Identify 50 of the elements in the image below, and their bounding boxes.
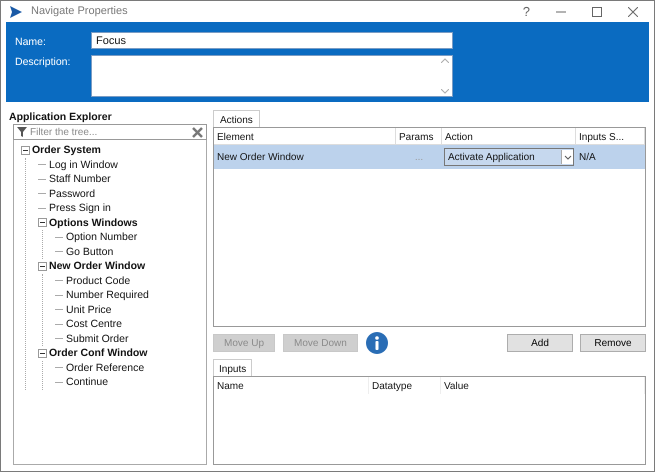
name-label: Name: — [15, 35, 47, 50]
column-header: Name — [214, 377, 369, 394]
description-label: Description: — [15, 54, 72, 70]
column-header: Inputs S... — [576, 128, 645, 144]
column-header: Action — [442, 128, 576, 144]
tree-item[interactable]: Go Button — [66, 246, 114, 257]
tree-item[interactable]: Unit Price — [66, 304, 112, 315]
collapse-icon[interactable] — [38, 348, 47, 358]
collapse-icon[interactable] — [38, 218, 47, 228]
window-title: Navigate Properties — [31, 4, 128, 20]
tree-item[interactable]: Cost Centre — [66, 319, 122, 330]
tree-item[interactable]: Order Reference — [66, 362, 144, 373]
tree-item[interactable]: Staff Number — [49, 174, 111, 184]
column-header: Value — [441, 377, 645, 394]
tree-item[interactable]: Product Code — [66, 276, 130, 286]
add-button[interactable]: Add — [507, 334, 573, 352]
tree-item[interactable]: Submit Order — [66, 334, 128, 344]
info-icon[interactable] — [366, 332, 388, 354]
column-header: Element — [214, 128, 396, 144]
help-button[interactable]: ? — [522, 2, 530, 22]
tree-item[interactable]: Order Conf Window — [49, 348, 148, 358]
table-cell-text: New Order Window — [216, 150, 305, 164]
explorer-title: Application Explorer — [9, 110, 113, 124]
tree-item[interactable]: Option Number — [66, 232, 138, 242]
inputs-tab[interactable]: Inputs — [213, 359, 252, 376]
name-field[interactable]: Focus — [91, 32, 453, 49]
close-icon[interactable] — [628, 6, 638, 16]
tree-item[interactable]: Number Required — [66, 290, 149, 300]
actions-tab[interactable]: Actions — [213, 110, 260, 127]
tree-item[interactable]: New Order Window — [49, 261, 146, 272]
tree-item[interactable]: Press Sign in — [49, 203, 111, 214]
collapse-icon[interactable] — [21, 146, 30, 155]
tree-item[interactable]: Order System — [32, 145, 101, 156]
table-cell-text: N/A — [578, 150, 597, 164]
filter-field[interactable]: Filter the tree... — [30, 124, 189, 140]
clear-icon[interactable] — [192, 126, 203, 138]
filter-box[interactable]: Filter the tree... — [13, 124, 207, 140]
filter-icon — [17, 127, 27, 137]
maximize-icon[interactable] — [592, 6, 602, 16]
tree-item[interactable]: Log in Window — [49, 160, 118, 170]
column-header: Datatype — [369, 377, 441, 394]
column-header: Params — [396, 128, 442, 144]
action-dropdown[interactable]: Activate Application — [444, 148, 574, 166]
collapse-icon[interactable] — [38, 262, 47, 271]
tree-item[interactable]: Continue — [66, 377, 108, 388]
tree-item[interactable]: Options Windows — [49, 218, 138, 228]
tree-item[interactable]: Password — [49, 188, 96, 199]
app-logo-icon — [9, 6, 23, 18]
remove-button[interactable]: Remove — [580, 334, 646, 352]
table-row[interactable]: New Order Window ... Activate Application N/A — [214, 145, 645, 169]
